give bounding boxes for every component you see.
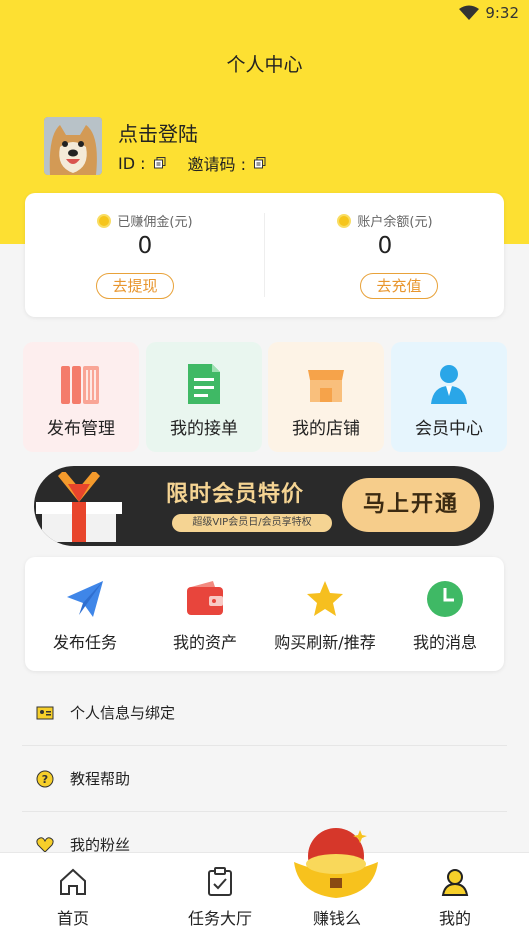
star-icon [307, 581, 343, 616]
feature-my-messages[interactable]: 我的消息 [385, 557, 505, 671]
dog-avatar-icon [44, 117, 102, 175]
invite-label: 邀请码 : [187, 155, 246, 174]
user-icon [441, 869, 469, 896]
clock-icon [427, 581, 463, 617]
svg-text:?: ? [42, 773, 48, 786]
coin-icon [97, 214, 112, 228]
banner-subtitle: 超级VIP会员日/会员享特权 [172, 514, 332, 532]
help-icon: ? [36, 770, 54, 788]
banner-title: 限时会员特价 [166, 482, 305, 507]
balance-value: 0 [377, 233, 393, 259]
withdraw-button[interactable]: 去提现 [96, 273, 174, 299]
balance-label: 账户余额(元) [357, 215, 433, 230]
recharge-button[interactable]: 去充值 [360, 273, 438, 299]
copy-id-icon[interactable] [153, 154, 166, 173]
paper-plane-icon [67, 581, 103, 617]
id-row: ID : 邀请码 : [118, 151, 276, 175]
tab-task-hall[interactable]: 任务大厅 [154, 853, 286, 941]
feature-panel: 发布任务 我的资产 购买刷新/推荐 我的消息 [25, 557, 504, 671]
tab-label: 赚钱么 [312, 909, 361, 928]
wallet-card: 已赚佣金(元) 0 去提现 账户余额(元) 0 去充值 [25, 193, 504, 317]
feature-publish-task[interactable]: 发布任务 [25, 557, 145, 671]
tile-label: 我的店铺 [292, 419, 360, 439]
feature-my-assets[interactable]: 我的资产 [145, 557, 265, 671]
status-bar: 9:32 [0, 0, 529, 30]
tile-my-orders[interactable]: 我的接单 [146, 342, 262, 452]
coin-icon [337, 214, 352, 228]
tile-label: 我的接单 [170, 419, 238, 439]
tile-my-shop[interactable]: 我的店铺 [268, 342, 384, 452]
tile-label: 发布管理 [47, 419, 115, 439]
tile-label: 会员中心 [415, 419, 483, 439]
tab-home[interactable]: 首页 [7, 853, 139, 941]
feature-label: 我的消息 [412, 633, 477, 652]
shop-icon [308, 370, 344, 402]
earned-value: 0 [137, 233, 153, 259]
feature-label: 发布任务 [52, 633, 117, 652]
tile-member-center[interactable]: 会员中心 [391, 342, 507, 452]
document-icon [188, 364, 220, 404]
menu-item-tutorial-help[interactable]: ? 教程帮助 [22, 746, 507, 812]
tab-label: 任务大厅 [187, 909, 252, 928]
tile-publish-manage[interactable]: 发布管理 [23, 342, 139, 452]
feature-label: 我的资产 [172, 633, 237, 652]
menu-label: 个人信息与绑定 [70, 704, 176, 722]
gift-box-icon [36, 472, 122, 542]
clipboard-icon [208, 867, 232, 896]
activate-now-button[interactable]: 马上开通 [342, 478, 480, 532]
avatar[interactable] [44, 117, 102, 175]
feature-label: 购买刷新/推荐 [274, 633, 376, 652]
vip-promo-banner[interactable]: 限时会员特价 超级VIP会员日/会员享特权 马上开通 [34, 466, 494, 546]
earned-commission: 已赚佣金(元) 0 去提现 [25, 193, 265, 317]
member-icon [431, 365, 467, 404]
gold-ingot-icon[interactable] [290, 822, 382, 902]
page-title: 个人中心 [226, 54, 303, 76]
id-label: ID : [118, 153, 146, 173]
copy-invite-icon[interactable] [254, 154, 266, 173]
home-icon [60, 868, 86, 895]
feature-buy-refresh[interactable]: 购买刷新/推荐 [265, 557, 385, 671]
bottom-tab-bar: 首页 任务大厅 赚钱么 我的 [0, 852, 529, 941]
tab-label: 我的 [438, 909, 471, 928]
id-card-icon [36, 706, 54, 720]
status-time: 9:32 [485, 4, 519, 22]
earned-label: 已赚佣金(元) [117, 215, 193, 230]
menu-label: 教程帮助 [70, 770, 131, 788]
books-icon [61, 366, 99, 404]
wifi-icon [459, 5, 480, 20]
settings-menu: 个人信息与绑定 ? 教程帮助 我的粉丝 [0, 680, 529, 878]
account-balance: 账户余额(元) 0 去充值 [265, 193, 505, 317]
tab-label: 首页 [56, 909, 89, 928]
tab-mine[interactable]: 我的 [389, 853, 521, 941]
menu-item-profile-binding[interactable]: 个人信息与绑定 [22, 680, 507, 746]
wallet-icon [187, 581, 223, 615]
login-link[interactable]: 点击登陆 [118, 118, 198, 147]
